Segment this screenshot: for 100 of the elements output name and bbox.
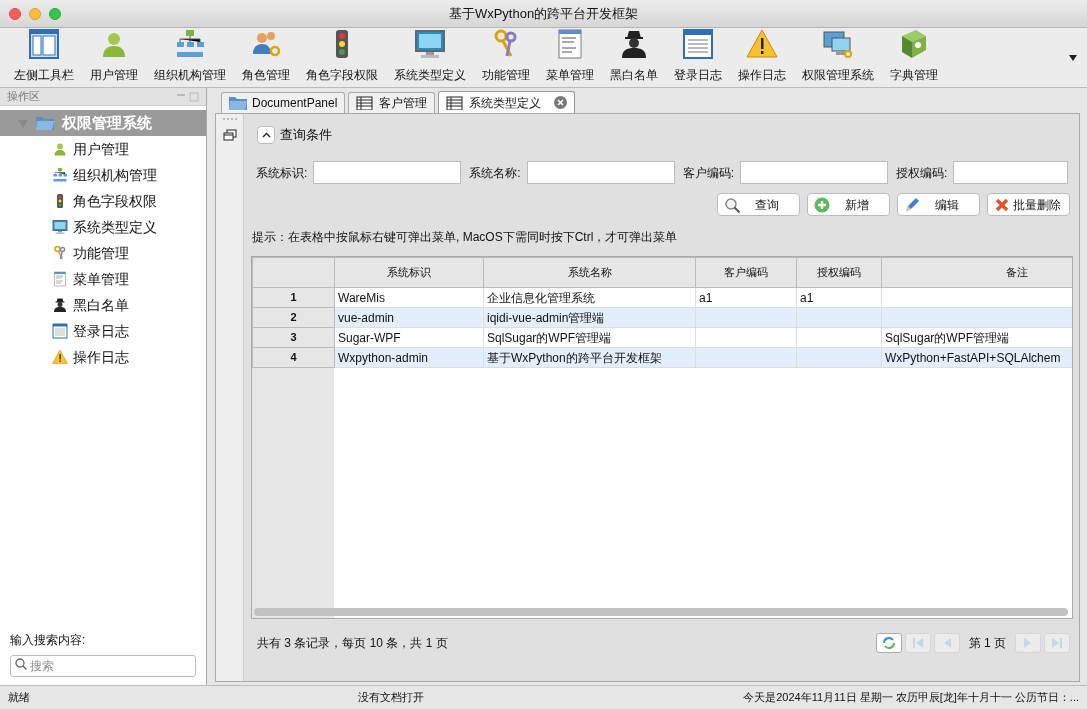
field-label: 系统标识: xyxy=(256,164,308,182)
action-button[interactable]: 编辑 xyxy=(897,193,980,216)
toolbar-button[interactable]: 操作日志 xyxy=(738,28,786,84)
user-icon xyxy=(52,141,68,157)
table-cell: Wxpython-admin xyxy=(338,350,429,365)
overflow-caret-icon[interactable] xyxy=(1069,55,1077,61)
toolbar-button[interactable]: 角色字段权限 xyxy=(306,28,378,84)
status-text: 就绪 xyxy=(8,690,31,706)
next-icon xyxy=(1023,637,1033,649)
maximize-icon[interactable] xyxy=(189,91,199,102)
minimize-button[interactable] xyxy=(29,8,41,20)
warning-icon xyxy=(746,28,778,60)
toolbar-button[interactable]: 系统类型定义 xyxy=(394,28,466,84)
row-header[interactable]: 1 xyxy=(252,287,335,308)
close-button[interactable] xyxy=(9,8,21,20)
zoom-button[interactable] xyxy=(49,8,61,20)
menu-icon xyxy=(52,271,68,287)
cross-icon xyxy=(994,196,1010,213)
hint-text: 提示：在表格中按鼠标右键可弹出菜单, MacOS下需同时按下Ctrl，才可弹出菜单 xyxy=(252,229,679,246)
column-header[interactable]: 授权编码 xyxy=(796,257,882,288)
column-header[interactable]: 系统标识 xyxy=(334,257,484,288)
toolbar-button[interactable]: 功能管理 xyxy=(482,28,530,84)
record-summary: 共有 3 条记录，每页 10 条，共 1 页 xyxy=(257,635,448,652)
status-text: 今天是2024年11月11日 星期一 农历甲辰[龙]年十月十一 公历节日：... xyxy=(742,690,1079,706)
tree-item[interactable]: 角色字段权限 xyxy=(0,188,206,214)
close-icon[interactable] xyxy=(554,96,568,109)
tree-item[interactable]: 系统类型定义 xyxy=(0,214,206,240)
row-header[interactable]: 3 xyxy=(252,327,335,348)
toolbar-button[interactable]: 用户管理 xyxy=(90,28,138,84)
plus-circle-icon xyxy=(814,196,830,213)
row-header[interactable]: 4 xyxy=(252,347,335,368)
search-label: 输入搜索内容: xyxy=(10,632,87,649)
row-header[interactable]: 2 xyxy=(252,307,335,328)
field-label: 系统名称: xyxy=(469,164,521,182)
text-field[interactable] xyxy=(526,161,675,184)
toolbar-button[interactable]: 字典管理 xyxy=(890,28,938,84)
action-button[interactable]: 查询 xyxy=(717,193,800,216)
grid-icon xyxy=(356,96,375,110)
toolbar-button[interactable]: 权限管理系统 xyxy=(802,28,874,84)
monitor-icon xyxy=(52,219,68,235)
text-field[interactable] xyxy=(740,161,889,184)
log-window-icon xyxy=(52,323,68,339)
pencil-icon xyxy=(904,196,920,213)
first-page-icon xyxy=(911,637,924,649)
toolbar-button[interactable]: 角色管理 xyxy=(242,28,290,84)
log-window-icon xyxy=(682,28,714,60)
column-header[interactable]: 客户编码 xyxy=(695,257,797,288)
refresh-button[interactable] xyxy=(875,633,902,653)
column-header[interactable]: 备注 xyxy=(881,257,1072,288)
refresh-icon xyxy=(881,636,896,650)
table-cell: SqlSugar的WPF管理端 xyxy=(885,330,1010,345)
table-cell: vue-admin xyxy=(338,310,395,325)
keys-icon xyxy=(52,245,68,261)
tree-item[interactable]: 用户管理 xyxy=(0,136,206,162)
toolbar-button[interactable]: 组织机构管理 xyxy=(154,28,226,84)
search-icon xyxy=(724,196,740,213)
toolbar-button[interactable]: 左侧工具栏 xyxy=(14,28,74,84)
org-chart-icon xyxy=(174,28,206,60)
person-silhouette-icon xyxy=(52,297,68,313)
field-label: 客户编码: xyxy=(682,164,735,182)
document-tab[interactable]: DocumentPanel xyxy=(221,92,346,113)
tree-item[interactable]: 操作日志 xyxy=(0,344,206,370)
section-title: 查询条件 xyxy=(280,126,332,145)
field-label: 授权编码: xyxy=(896,164,948,182)
text-field[interactable] xyxy=(953,161,1068,184)
document-tab[interactable]: 客户管理 xyxy=(348,92,436,113)
panel-icon xyxy=(28,28,60,60)
table-cell: Sugar-WPF xyxy=(338,330,401,345)
tree-item[interactable]: 功能管理 xyxy=(0,240,206,266)
action-button[interactable]: 新增 xyxy=(807,193,890,216)
table-cell: a1 xyxy=(800,290,814,305)
tree-item[interactable]: 黑白名单 xyxy=(0,292,206,318)
toolbar-button[interactable]: 黑白名单 xyxy=(610,28,658,84)
status-text: 没有文档打开 xyxy=(358,690,425,706)
horizontal-scrollbar[interactable] xyxy=(254,608,1068,616)
window-title: 基于WxPython的跨平台开发框架 xyxy=(448,4,639,23)
warning-icon xyxy=(52,349,68,365)
table-cell: 企业信息化管理系统 xyxy=(487,290,595,305)
table-cell: 基于WxPython的跨平台开发框架 xyxy=(487,350,662,365)
grip-icon[interactable] xyxy=(221,118,238,121)
tree-item[interactable]: 登录日志 xyxy=(0,318,206,344)
toolbar-button[interactable]: 菜单管理 xyxy=(546,28,594,84)
panel-title: 操作区 xyxy=(7,89,40,105)
toolbar-button[interactable]: 登录日志 xyxy=(674,28,722,84)
last-page-icon xyxy=(1051,637,1063,649)
chevron-icon xyxy=(261,132,271,138)
text-field[interactable] xyxy=(313,161,462,184)
document-tab[interactable]: 系统类型定义 xyxy=(438,91,576,113)
action-button[interactable]: 批量删除 xyxy=(987,193,1070,216)
column-header[interactable]: 系统名称 xyxy=(483,257,696,288)
table-cell: SqlSugar的WPF管理端 xyxy=(487,330,612,345)
folder-icon xyxy=(36,116,54,130)
search-icon xyxy=(15,658,27,670)
tree-item[interactable]: 菜单管理 xyxy=(0,266,206,292)
table-cell: WareMis xyxy=(338,290,385,305)
tree-item[interactable]: 组织机构管理 xyxy=(0,162,206,188)
search-field[interactable]: 搜索 xyxy=(10,655,196,677)
computers-key-icon xyxy=(822,28,854,60)
collapse-toggle-button[interactable] xyxy=(257,126,275,144)
restore-windows-icon[interactable] xyxy=(222,129,237,141)
